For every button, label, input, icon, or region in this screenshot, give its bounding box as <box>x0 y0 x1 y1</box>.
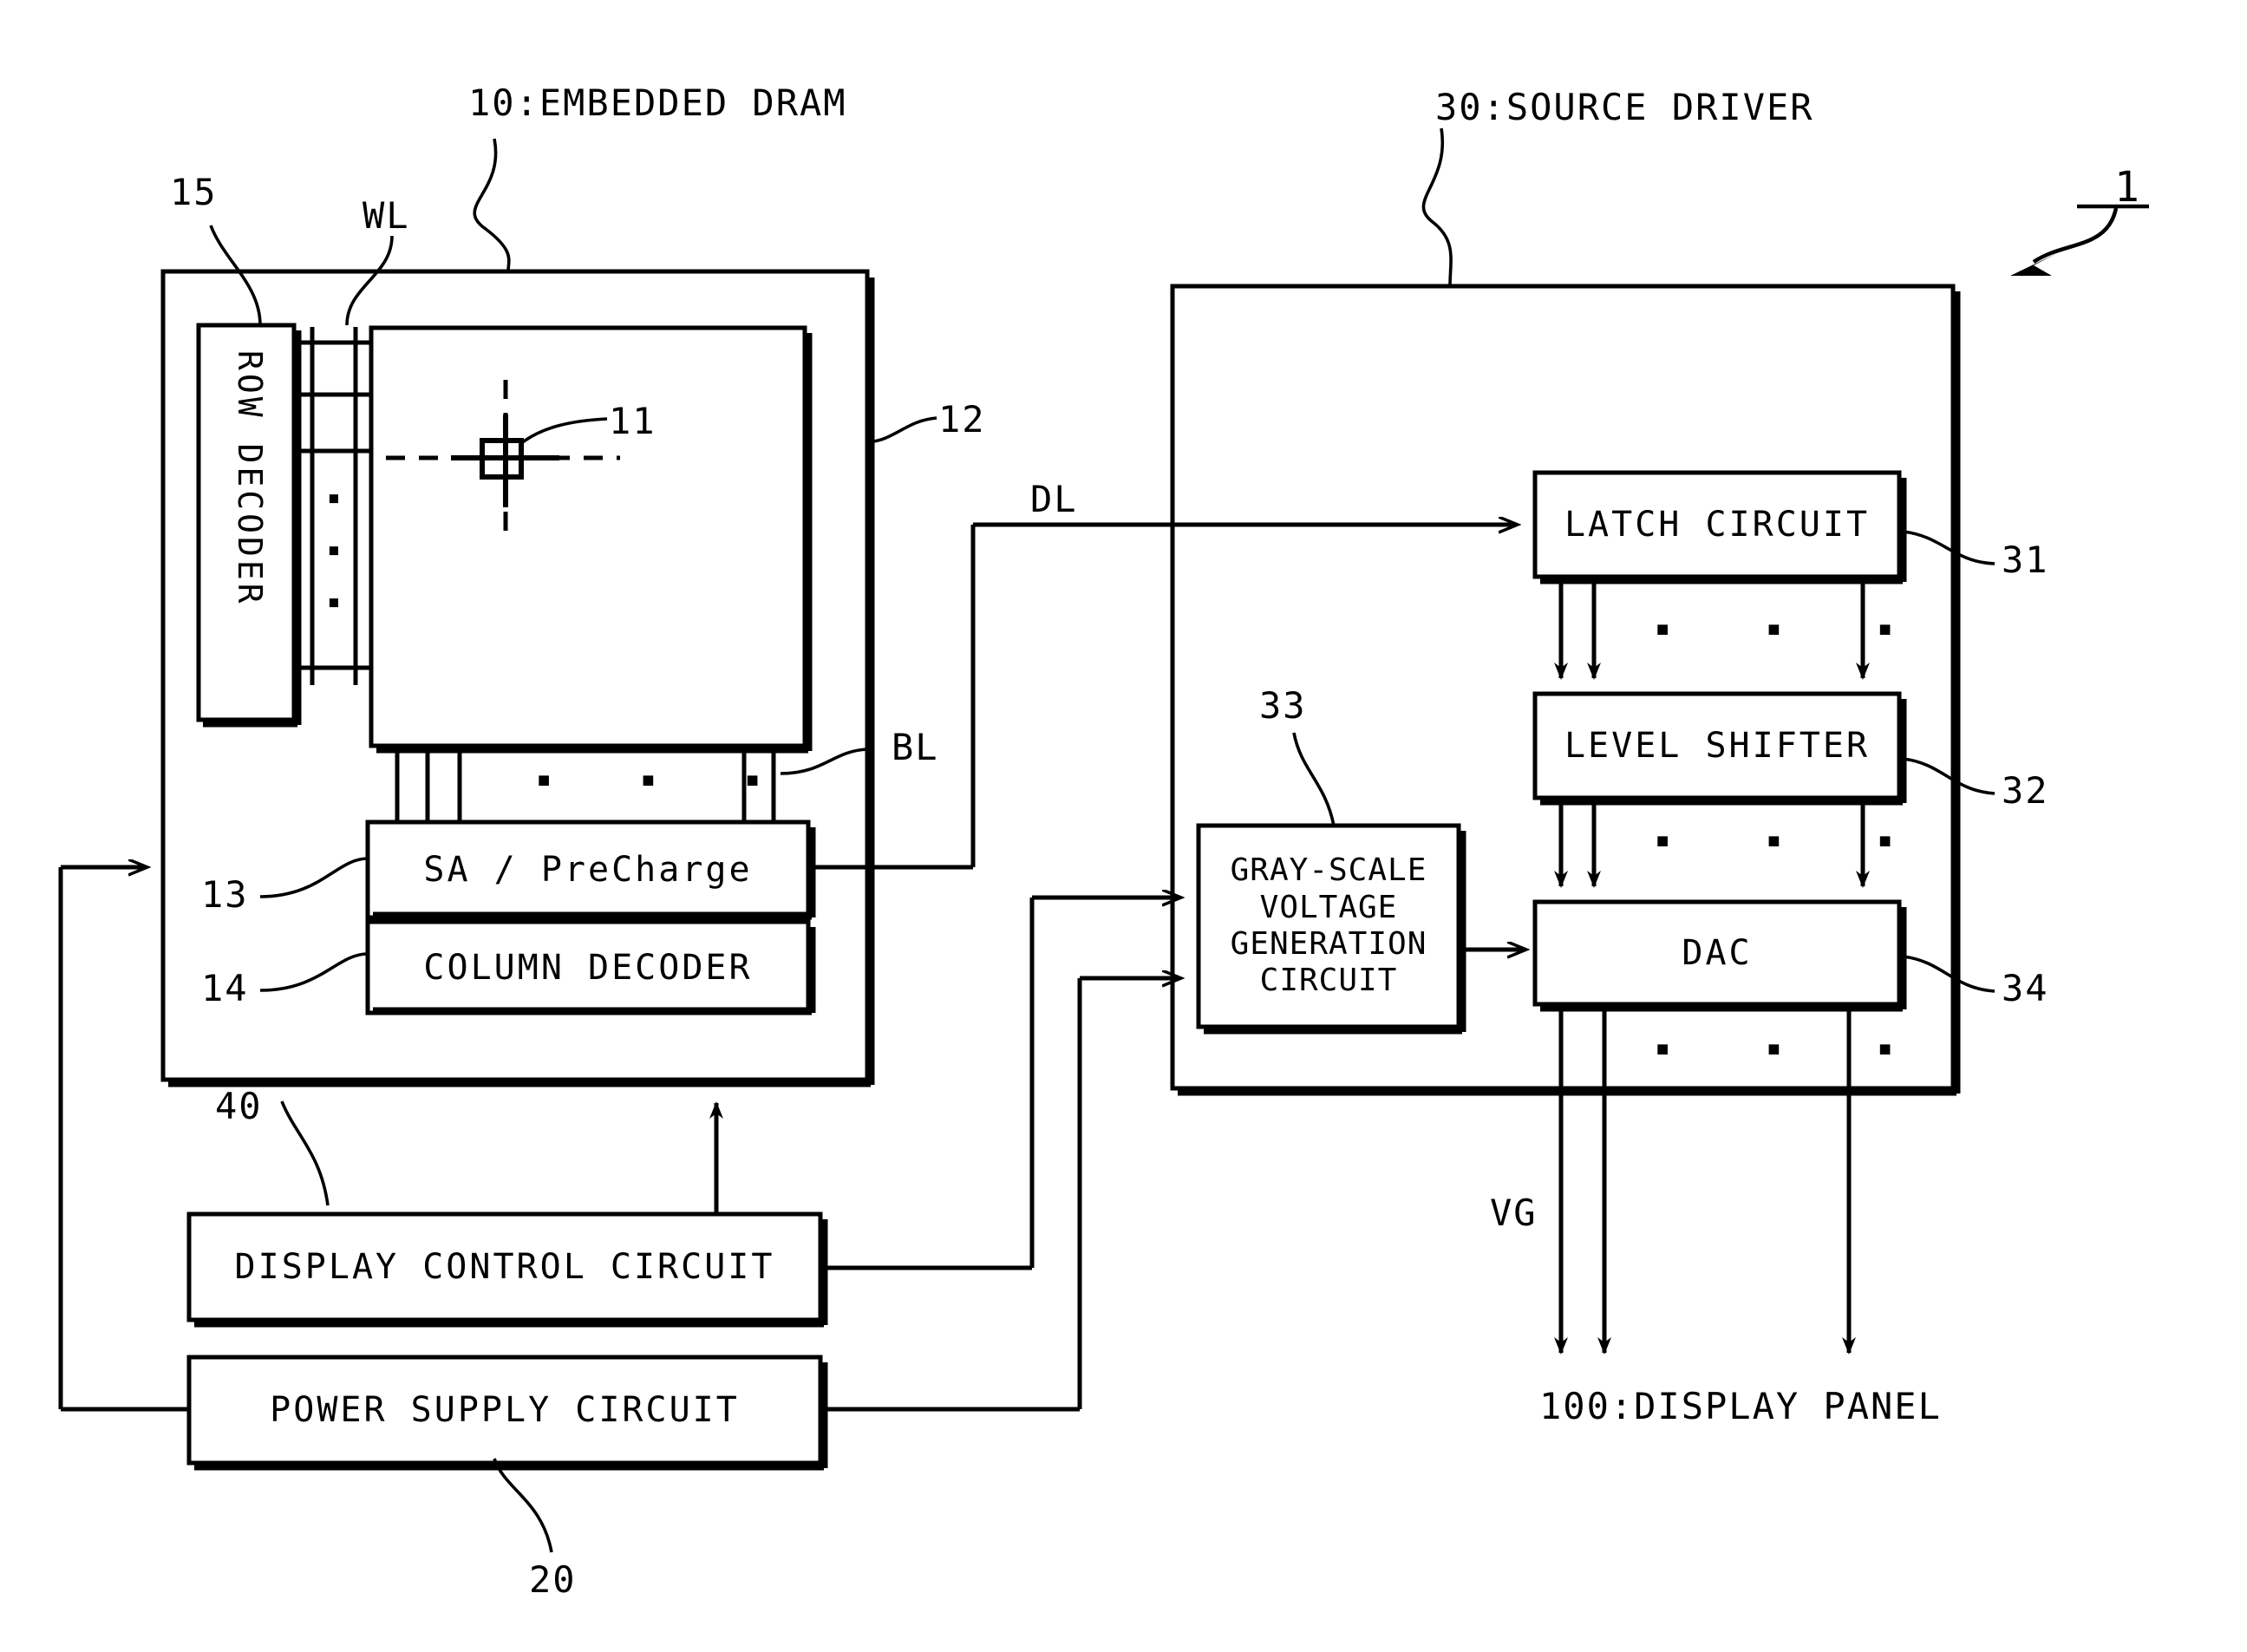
powersupply-to-grayscale <box>824 978 1179 1412</box>
wordline-ellipsis-3: ▪ <box>327 589 342 615</box>
sa-precharge-cell: SA / PreCharge <box>368 822 808 917</box>
ref-11: 11 <box>609 400 656 442</box>
levelshifter-dac-ellipsis: ▪ ▪ ▪ <box>1655 825 1905 855</box>
ref-12: 12 <box>938 398 986 441</box>
ref-20: 20 <box>529 1558 577 1601</box>
memory-array-box <box>369 325 813 754</box>
ref-32: 32 <box>2002 769 2049 812</box>
dac-cell: DAC <box>1535 902 1899 1004</box>
wl-label: WL <box>363 194 410 237</box>
row-decoder-label: ROW DECODER <box>231 350 269 607</box>
grayscale-voltage-cell: GRAY-SCALE VOLTAGE GENERATION CIRCUIT <box>1199 826 1459 1027</box>
power-supply-label: POWER SUPPLY CIRCUIT <box>270 1390 740 1430</box>
figure-ref-1: 1 <box>2114 163 2141 212</box>
dac-label: DAC <box>1682 933 1753 973</box>
bl-label: BL <box>892 726 939 768</box>
powersupply-to-dram <box>58 867 189 1412</box>
dl-connection <box>812 525 1516 870</box>
level-shifter-label: LEVEL SHIFTER <box>1564 726 1871 766</box>
bitline-ellipsis: ▪ ▪ ▪ <box>536 764 771 794</box>
ref-13: 13 <box>201 873 249 916</box>
grayscale-voltage-label: GRAY-SCALE VOLTAGE GENERATION CIRCUIT <box>1230 852 1427 999</box>
display-panel-title: 100:DISPLAY PANEL <box>1539 1385 1942 1427</box>
ref-15: 15 <box>170 171 218 213</box>
display-control-cell: DISPLAY CONTROL CIRCUIT <box>189 1214 820 1320</box>
latch-circuit-label: LATCH CIRCUIT <box>1564 505 1871 545</box>
latch-circuit-cell: LATCH CIRCUIT <box>1535 473 1899 577</box>
column-decoder-cell: COLUMN DECODER <box>368 922 808 1013</box>
wordline-ellipsis-2: ▪ <box>327 537 342 563</box>
ref-34: 34 <box>2002 967 2049 1009</box>
embedded-dram-title: 10:EMBEDDED DRAM <box>468 82 847 124</box>
level-shifter-cell: LEVEL SHIFTER <box>1535 694 1899 798</box>
latch-levelshifter-ellipsis: ▪ ▪ ▪ <box>1655 613 1905 643</box>
displaycontrol-to-grayscale <box>824 898 1179 1270</box>
wordline-ellipsis-1: ▪ <box>327 485 342 511</box>
dac-output-ellipsis: ▪ ▪ ▪ <box>1655 1033 1905 1063</box>
sa-precharge-label: SA / PreCharge <box>423 850 753 890</box>
source-driver-title: 30:SOURCE DRIVER <box>1435 86 1814 128</box>
column-decoder-label: COLUMN DECODER <box>423 947 753 988</box>
power-supply-cell: POWER SUPPLY CIRCUIT <box>189 1357 820 1463</box>
ref-14: 14 <box>201 967 249 1009</box>
figure-canvas: 10:EMBEDDED DRAM 30:SOURCE DRIVER 100:DI… <box>0 0 2247 1652</box>
ref-31: 31 <box>2002 539 2049 581</box>
memory-cell-crosshair <box>386 380 620 542</box>
ref-40: 40 <box>215 1085 263 1127</box>
dl-label: DL <box>1030 478 1078 520</box>
figure-ref-arrow <box>2010 204 2149 276</box>
ref-33: 33 <box>1259 684 1307 727</box>
vg-label: VG <box>1490 1192 1538 1234</box>
display-control-label: DISPLAY CONTROL CIRCUIT <box>234 1247 775 1287</box>
